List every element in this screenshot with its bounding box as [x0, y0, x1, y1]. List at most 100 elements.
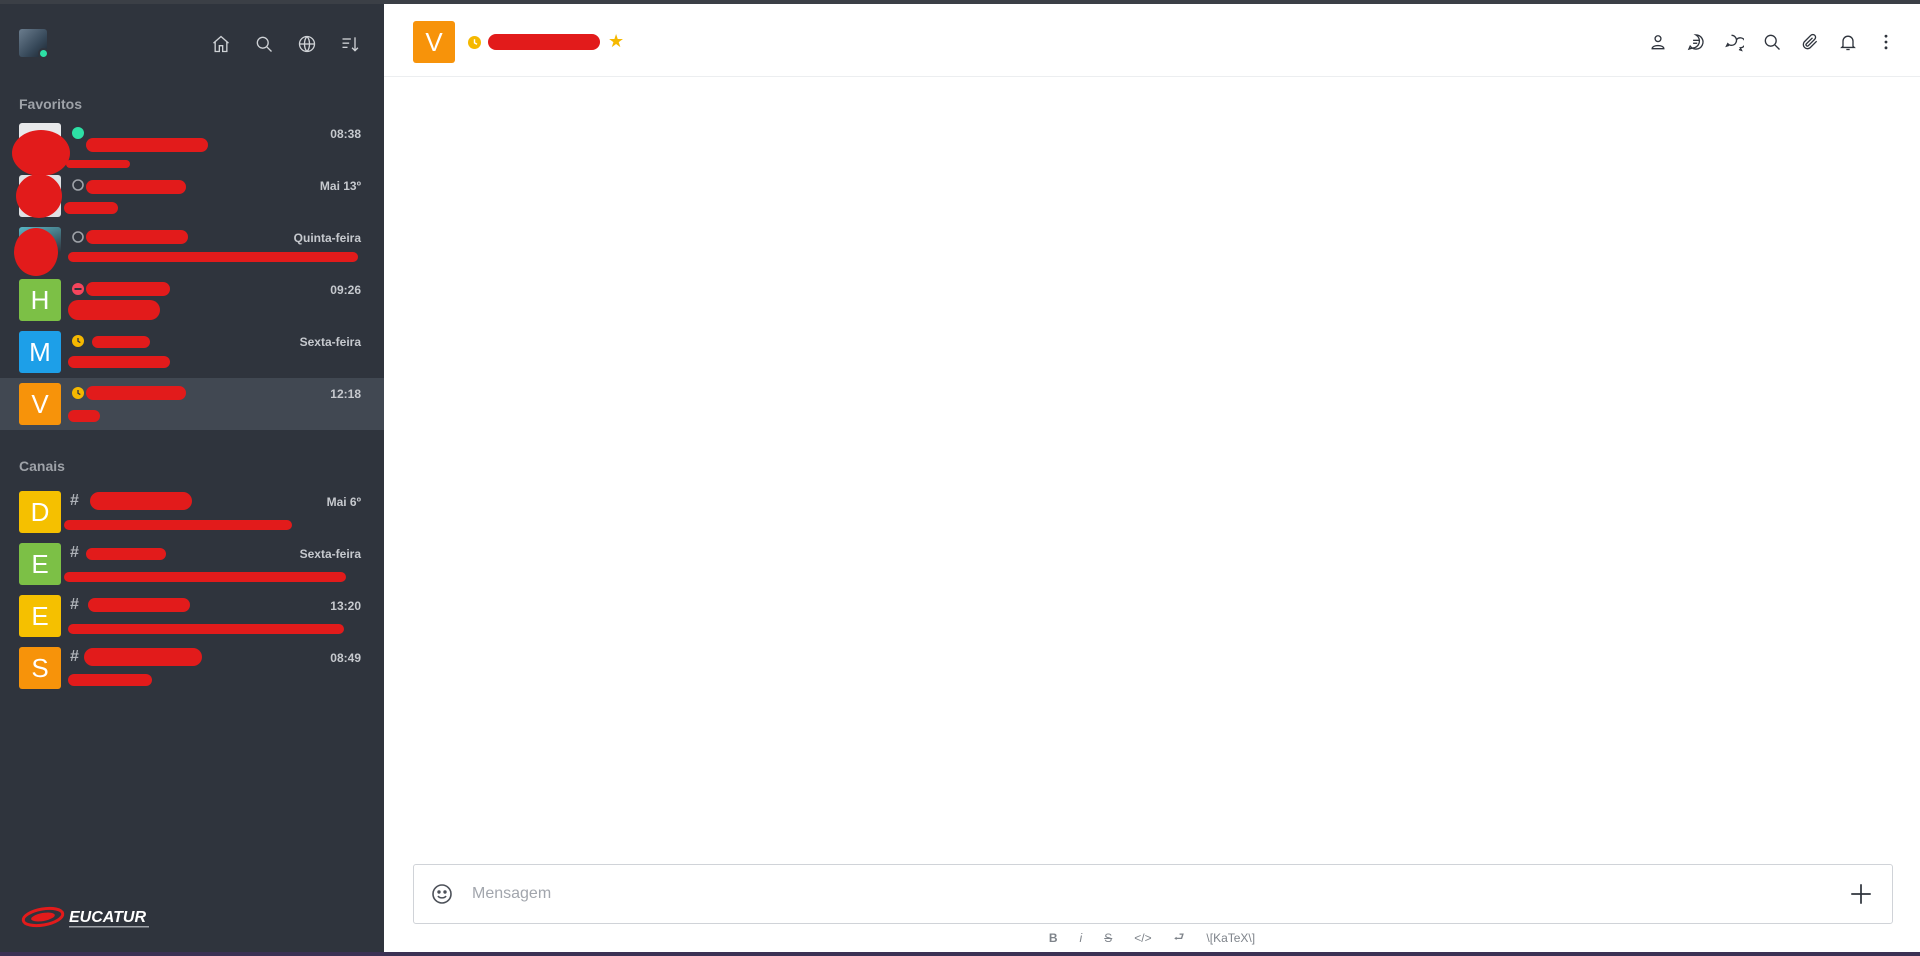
redaction: [66, 160, 130, 168]
last-message-time: Sexta-feira: [299, 335, 361, 349]
message-area: [384, 78, 1920, 858]
last-message-time: Mai 13º: [319, 179, 361, 193]
busy-status-icon: [72, 283, 84, 295]
redaction: [488, 34, 600, 50]
list-item[interactable]: M Sexta-feira: [0, 326, 384, 378]
strike-button[interactable]: S: [1104, 931, 1112, 945]
katex-button[interactable]: \[KaTeX\]: [1206, 931, 1255, 945]
redaction: [68, 624, 344, 634]
away-status-icon: [72, 387, 84, 399]
list-item[interactable]: Quinta-feira: [0, 222, 384, 276]
bell-icon[interactable]: [1836, 30, 1860, 54]
list-item[interactable]: 08:38: [0, 118, 384, 176]
bold-button[interactable]: B: [1049, 931, 1058, 945]
last-message-time: 08:38: [330, 127, 361, 141]
discussion-icon[interactable]: [1684, 30, 1708, 54]
multiline-button[interactable]: ⮐: [1174, 928, 1185, 949]
last-message-time: 13:20: [330, 599, 361, 613]
app-window: Favoritos 08:38 Mai 13º Quinta-feira H 0…: [0, 0, 1920, 956]
redaction: [14, 228, 58, 276]
online-status-icon: [72, 127, 84, 139]
redaction: [86, 548, 166, 560]
channels-list: D # Mai 6º E # Sexta-feira E # 13:20 S #…: [0, 486, 384, 694]
redaction: [68, 674, 152, 686]
channel-item[interactable]: D # Mai 6º: [0, 486, 384, 538]
kebab-menu-icon[interactable]: [1874, 30, 1898, 54]
offline-status-icon: [72, 179, 84, 191]
emoji-icon[interactable]: [430, 882, 454, 906]
redaction: [68, 356, 170, 368]
sort-icon[interactable]: [338, 32, 362, 56]
redaction: [86, 386, 186, 400]
search-icon[interactable]: [1760, 30, 1784, 54]
redaction: [92, 336, 150, 348]
favorites-section-title: Favoritos: [19, 96, 83, 112]
redaction: [86, 138, 208, 152]
avatar: H: [19, 279, 61, 321]
home-icon[interactable]: [209, 32, 233, 56]
online-status-icon: [38, 48, 49, 59]
redaction: [16, 174, 62, 218]
channel-item[interactable]: S # 08:49: [0, 642, 384, 694]
message-composer: [413, 864, 1893, 924]
avatar: E: [19, 595, 61, 637]
redaction: [90, 492, 192, 510]
favorite-star-icon[interactable]: ★: [608, 31, 624, 52]
message-input[interactable]: [472, 877, 1812, 911]
sidebar: Favoritos 08:38 Mai 13º Quinta-feira H 0…: [0, 4, 384, 952]
main-panel: V ★ Mensagem B i S </> ⮐ \[KaTeX\]: [384, 4, 1920, 952]
sidebar-toolbar: [209, 32, 362, 56]
redaction: [68, 410, 100, 422]
room-header: V ★: [384, 4, 1920, 77]
redaction: [68, 300, 160, 320]
user-info-icon[interactable]: [1646, 30, 1670, 54]
avatar: E: [19, 543, 61, 585]
favorites-list: 08:38 Mai 13º Quinta-feira H 09:26 M Sex…: [0, 118, 384, 430]
avatar: S: [19, 647, 61, 689]
attachment-icon[interactable]: [1798, 30, 1822, 54]
last-message-time: Sexta-feira: [299, 547, 361, 561]
directory-icon[interactable]: [295, 32, 319, 56]
avatar: D: [19, 491, 61, 533]
avatar: M: [19, 331, 61, 373]
last-message-time: 12:18: [330, 387, 361, 401]
italic-button[interactable]: i: [1080, 931, 1083, 945]
offline-status-icon: [72, 231, 84, 243]
channel-hash-icon: #: [70, 648, 79, 665]
list-item[interactable]: H 09:26: [0, 274, 384, 326]
code-button[interactable]: </>: [1134, 931, 1151, 945]
redaction: [86, 180, 186, 194]
redaction: [84, 648, 202, 666]
away-status-icon: [468, 36, 481, 49]
away-status-icon: [72, 335, 84, 347]
window-bottom-border: [0, 952, 1920, 956]
room-avatar[interactable]: V: [413, 21, 455, 63]
last-message-time: 09:26: [330, 283, 361, 297]
redaction: [86, 282, 170, 296]
last-message-time: Quinta-feira: [293, 231, 361, 245]
sidebar-header: [0, 4, 384, 82]
list-item-selected[interactable]: V 12:18: [0, 378, 384, 430]
channels-section-title: Canais: [19, 458, 65, 474]
svg-text:EUCATUR: EUCATUR: [69, 909, 146, 926]
formatting-toolbar: B i S </> ⮐ \[KaTeX\]: [384, 928, 1920, 948]
redaction: [88, 598, 190, 612]
redaction: [64, 202, 118, 214]
channel-hash-icon: #: [70, 596, 79, 613]
channel-hash-icon: #: [70, 544, 79, 561]
last-message-time: 08:49: [330, 651, 361, 665]
room-header-toolbar: [1646, 30, 1898, 54]
search-icon[interactable]: [252, 32, 276, 56]
threads-icon[interactable]: [1722, 30, 1746, 54]
redaction: [68, 252, 358, 262]
eucatur-logo: EUCATUR: [21, 906, 149, 928]
last-message-time: Mai 6º: [326, 495, 361, 509]
channel-hash-icon: #: [70, 492, 79, 509]
plus-icon[interactable]: [1848, 881, 1874, 907]
redaction: [64, 572, 346, 582]
redaction: [86, 230, 188, 244]
list-item[interactable]: Mai 13º: [0, 170, 384, 222]
channel-item[interactable]: E # 13:20: [0, 590, 384, 642]
channel-item[interactable]: E # Sexta-feira: [0, 538, 384, 590]
avatar: V: [19, 383, 61, 425]
